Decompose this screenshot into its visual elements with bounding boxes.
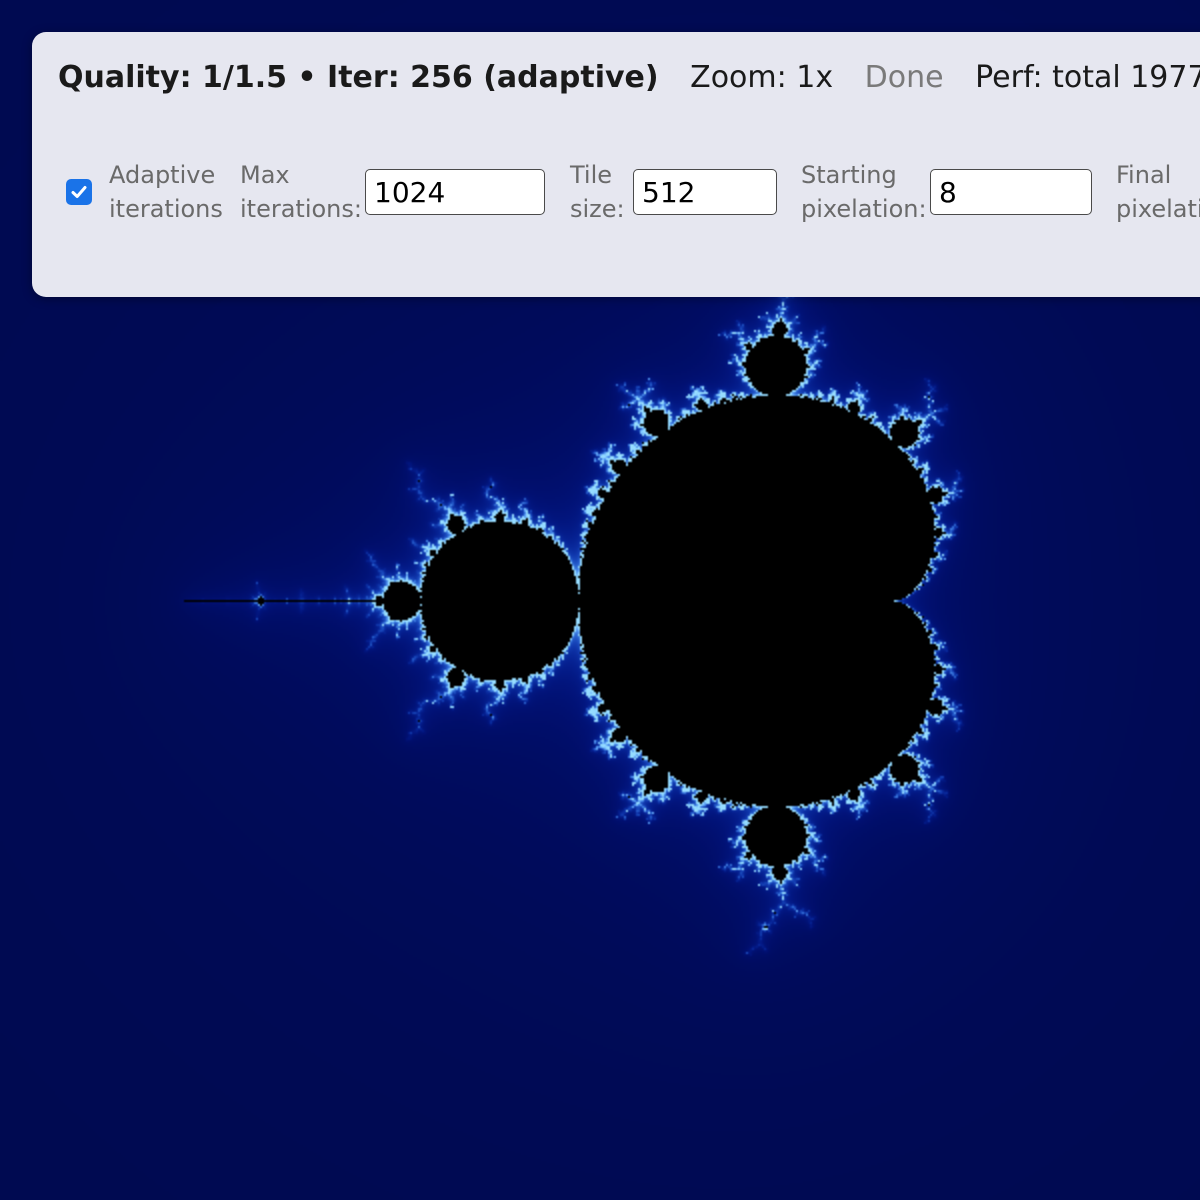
quality-status: Quality: 1/1.5 • Iter: 256 (adaptive) <box>58 60 659 95</box>
zoom-status: Zoom: 1x <box>690 60 834 95</box>
settings-row: Adaptive iterations Max iterations: Tile… <box>66 158 1200 226</box>
tile-size-input[interactable] <box>633 169 777 215</box>
checkmark-icon <box>71 186 87 198</box>
fractal-viewer[interactable]: Quality: 1/1.5 • Iter: 256 (adaptive) Zo… <box>0 0 1200 1200</box>
render-state: Done <box>864 60 944 95</box>
perf-status: Perf: total 1977ms • d <box>975 60 1200 95</box>
tile-size-label: Tile size: <box>570 161 625 223</box>
adaptive-iterations-label: Adaptive iterations <box>109 161 223 223</box>
starting-pixelation-label: Starting pixelation: <box>801 161 927 223</box>
adaptive-iterations-checkbox[interactable] <box>66 179 92 205</box>
starting-pixelation-input[interactable] <box>930 169 1092 215</box>
status-bar: Quality: 1/1.5 • Iter: 256 (adaptive) Zo… <box>58 58 1200 98</box>
max-iterations-label: Max iterations: <box>240 161 362 223</box>
control-panel: Quality: 1/1.5 • Iter: 256 (adaptive) Zo… <box>32 32 1200 297</box>
final-pixelation-label: Final pixelation <box>1116 161 1200 223</box>
max-iterations-input[interactable] <box>365 169 545 215</box>
